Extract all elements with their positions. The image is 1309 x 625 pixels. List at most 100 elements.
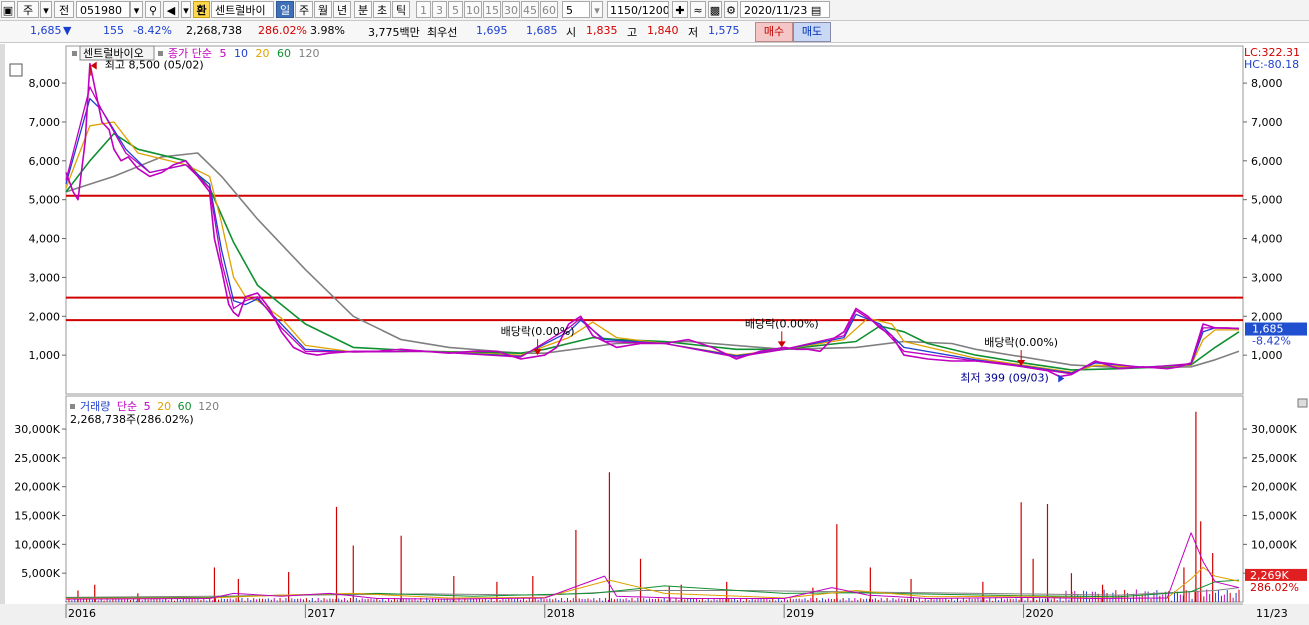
volume-summary: 2,268,738주(286.02%) [70, 413, 194, 426]
change-arrow-icon: ▼ [63, 24, 72, 37]
interval-60[interactable]: 60 [540, 1, 558, 18]
high-label: 고 [627, 26, 638, 39]
bid-label: 최우선 [427, 26, 458, 39]
interval-45[interactable]: 45 [521, 1, 539, 18]
price-panel: 1,000 1,000 2,000 2,000 3,000 3,000 4,000 4,000… [9, 45, 1307, 395]
low-annotation: 최저 399 (09/03) [960, 371, 1049, 384]
chevron-down-icon[interactable]: ▾ [40, 1, 52, 18]
tab-tick[interactable]: 틱 [392, 1, 410, 18]
volume-legend-item: 60 [178, 400, 196, 413]
volume-legend-item: 단순 [117, 400, 141, 413]
x-axis-label: 2020 [1026, 607, 1054, 620]
volume-tick-label-right: 20,000K [1251, 481, 1297, 494]
price-tick-label-right: 5,000 [1251, 194, 1283, 207]
high-annotation: 최고 8,500 (05/02) [105, 59, 204, 72]
volume-tick-label-left: 30,000K [14, 423, 60, 436]
chevron-down-icon[interactable]: ▾ [591, 1, 603, 18]
low-price: 1,575 [708, 24, 740, 37]
x-axis-band [0, 604, 1309, 625]
market-select[interactable]: 전 [54, 1, 74, 18]
price-tick-label-right: 3,000 [1251, 271, 1283, 284]
stock-code-input[interactable]: 051980 [76, 1, 130, 18]
date-input[interactable]: 2020/11/23 ▤ [740, 1, 830, 18]
low-label: 저 [688, 26, 699, 39]
current-change-label: -8.42% [1252, 335, 1291, 348]
chevron-down-icon[interactable]: ▾ [130, 1, 143, 18]
layout-icon[interactable]: ▣ [1, 1, 15, 18]
price-tick-label-left: 7,000 [29, 116, 61, 129]
price-tick-label-right: 8,000 [1251, 77, 1283, 90]
volume-legend-item: 거래량 [80, 400, 114, 413]
volume-tick-label-left: 5,000K [21, 567, 60, 580]
tab-day[interactable]: 일 [276, 1, 294, 18]
volume-tick-label-right: 10,000K [1251, 538, 1297, 551]
speaker-icon[interactable]: ◀ [163, 1, 179, 18]
price-tick-label-right: 7,000 [1251, 116, 1283, 129]
x-axis-label: 2018 [547, 607, 575, 620]
search-icon[interactable]: ⚲ [145, 1, 161, 18]
sell-button[interactable]: 매도 [793, 22, 831, 42]
price-tick-label-left: 1,000 [29, 349, 61, 362]
interval-30[interactable]: 30 [502, 1, 520, 18]
dividend-annotation: 배당락(0.00%) [984, 336, 1058, 349]
price-tick-label-left: 2,000 [29, 310, 61, 323]
save-icon[interactable]: ▩ [708, 1, 722, 18]
legend-square-icon [158, 51, 163, 56]
legend-item: 120 [298, 47, 319, 60]
quote-bar: 1,685 ▼ 155 -8.42% 2,268,738 286.02% 3.9… [0, 21, 1309, 43]
volume-legend-item: 20 [157, 400, 175, 413]
data-count-field[interactable]: 1150/1200 [607, 1, 669, 18]
dividend-annotation: 배당락(0.00%) [745, 317, 819, 330]
volume-legend: 거래량 단순 5 20 60 120 [80, 400, 219, 413]
calendar-icon: ▤ [810, 4, 822, 17]
hwan-button[interactable]: 환 [193, 1, 210, 18]
volume-legend-item: 120 [198, 400, 219, 413]
high-price: 1,840 [647, 24, 679, 37]
tab-week[interactable]: 주 [295, 1, 313, 18]
buy-button[interactable]: 매수 [755, 22, 793, 42]
tab-year[interactable]: 년 [333, 1, 351, 18]
volume-tick-label-right: 25,000K [1251, 452, 1297, 465]
tab-month[interactable]: 월 [314, 1, 332, 18]
interval-15[interactable]: 15 [483, 1, 501, 18]
price-change-pct: -8.42% [133, 24, 172, 37]
x-axis-label: 11/23 [1256, 607, 1288, 620]
volume-pct: 286.02% [258, 24, 307, 37]
open-label: 시 [566, 26, 577, 39]
price-change: 155 [103, 24, 124, 37]
x-axis-label: 2016 [68, 607, 96, 620]
legend-square-icon [70, 404, 75, 409]
tab-second[interactable]: 초 [373, 1, 391, 18]
x-axis-label: 2019 [786, 607, 814, 620]
bid-price-2: 1,685 [526, 24, 558, 37]
interval-3[interactable]: 3 [432, 1, 447, 18]
current-price: 1,685 [30, 24, 62, 37]
volume-legend-item: 5 [144, 400, 155, 413]
stock-chart[interactable]: 1,000 1,000 2,000 2,000 3,000 3,000 4,000 4,000… [0, 44, 1309, 625]
chart-tool-icon[interactable]: ≈ [690, 1, 706, 18]
chevron-down-icon[interactable]: ▾ [181, 1, 191, 18]
price-tick-label-right: 4,000 [1251, 233, 1283, 246]
date-value: 2020/11/23 [744, 4, 808, 17]
volume-tick-label-left: 25,000K [14, 452, 60, 465]
table-icon[interactable] [9, 63, 23, 77]
interval-input[interactable]: 5 [562, 1, 590, 18]
current-volume-pct: 286.02% [1250, 581, 1299, 594]
price-tick-label-left: 3,000 [29, 271, 61, 284]
price-tick-label-left: 8,000 [29, 77, 61, 90]
interval-1[interactable]: 1 [416, 1, 431, 18]
maximize-icon[interactable] [1297, 398, 1308, 408]
legend-item: 60 [277, 47, 295, 60]
crosshair-icon[interactable]: ✚ [672, 1, 688, 18]
volume: 2,268,738 [186, 24, 242, 37]
interval-10[interactable]: 10 [464, 1, 482, 18]
dividend-annotation: 배당락(0.00%) [501, 325, 575, 338]
x-axis-label: 2017 [307, 607, 335, 620]
period-select[interactable]: 주 [17, 1, 39, 18]
tab-minute[interactable]: 분 [354, 1, 372, 18]
gear-icon[interactable]: ⚙ [724, 1, 738, 18]
trade-amount: 3,775백만 [368, 26, 420, 39]
interval-5[interactable]: 5 [448, 1, 463, 18]
price-tick-label-left: 4,000 [29, 233, 61, 246]
stock-name-field[interactable]: 센트럴바이 [211, 1, 274, 18]
